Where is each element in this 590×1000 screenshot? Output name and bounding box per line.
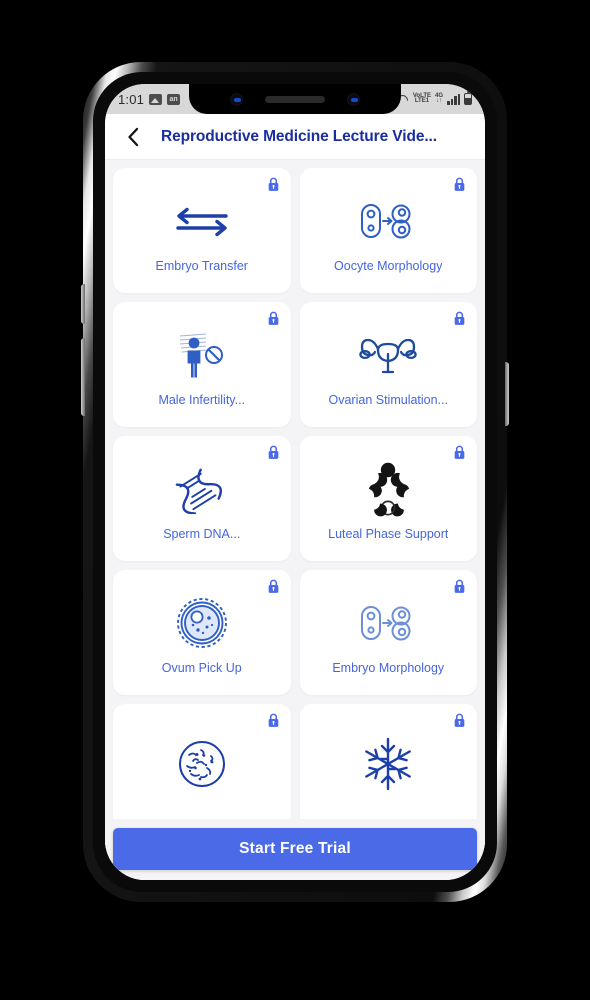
lecture-card-sperm-dna[interactable]: Sperm DNA... [113,436,291,561]
lecture-grid-scroll[interactable]: Embryo Transfer Oocyte Morphology Male I… [105,160,485,880]
chevron-left-icon [128,127,139,146]
lecture-card-embryo-transfer[interactable]: Embryo Transfer [113,168,291,293]
lecture-card-label: Male Infertility... [158,393,246,407]
page-title: Reproductive Medicine Lecture Vide... [161,127,437,145]
uterus-icon [300,324,478,386]
lecture-card-label: Embryo Morphology [332,661,445,675]
moon-phases-icon [300,458,478,520]
phone-notch [189,84,401,114]
earpiece-speaker [265,95,325,103]
cell-division-icon [300,190,478,252]
petri-dish-icon [113,733,291,795]
phone-frame: 1:01 an VoLTE LTE1 4G ↓↑ Reproductive Me… [81,62,509,902]
status-bar-left: 1:01 an [118,91,181,107]
lecture-card-label: Oocyte Morphology [334,259,443,273]
lecture-card-oocyte-morphology[interactable]: Oocyte Morphology [299,168,478,293]
lock-icon [268,579,278,593]
status-time: 1:01 [118,91,145,107]
back-button[interactable] [117,121,149,153]
lecture-card-semen-analysis[interactable] [113,704,291,829]
lock-icon [454,177,465,191]
volume-up-button[interactable] [81,284,85,324]
start-free-trial-button[interactable]: Start Free Trial [113,828,477,870]
lecture-card-label: Ovum Pick Up [161,661,242,675]
lock-icon [268,311,278,325]
lock-icon [454,311,465,325]
volte-indicator: VoLTE LTE1 [413,93,431,105]
lecture-card-male-infertility[interactable]: Male Infertility... [113,302,291,427]
male-infertility-icon [113,324,291,386]
dna-helix-icon [113,458,291,520]
lecture-card-embryo-morphology[interactable]: Embryo Morphology [299,570,478,695]
front-camera-secondary-icon [347,92,360,106]
lecture-card-ovarian-stimulation[interactable]: Ovarian Stimulation... [299,302,478,427]
gallery-icon: an [167,93,181,105]
front-camera-icon [230,92,243,106]
lecture-card-label: Sperm DNA... [163,527,241,541]
double-arrow-icon [113,190,291,252]
lecture-card-luteal-phase-support[interactable]: Luteal Phase Support [299,436,478,561]
volume-down-button[interactable] [81,338,85,416]
power-button[interactable] [505,362,509,426]
app-bar: Reproductive Medicine Lecture Vide... [105,114,485,160]
network-type-indicator: 4G ↓↑ [435,93,443,105]
lecture-card-label: Luteal Phase Support [328,527,449,541]
cta-container: Start Free Trial [105,819,485,880]
lecture-card-cryopreservation[interactable] [299,704,478,829]
signal-bars-icon [447,93,460,105]
lock-icon [454,713,465,727]
lecture-grid: Embryo Transfer Oocyte Morphology Male I… [113,168,477,829]
screenshot-root: 1:01 an VoLTE LTE1 4G ↓↑ Reproductive Me… [0,0,590,1000]
volte-sub-label: LTE1 [414,98,430,104]
lock-icon [454,445,465,459]
photo-icon [149,93,163,105]
lock-icon [454,579,465,593]
network-data-arrows: ↓↑ [435,98,442,104]
phone-screen: 1:01 an VoLTE LTE1 4G ↓↑ Reproductive Me… [105,84,485,880]
oocyte-cell-icon [113,592,291,654]
battery-icon [464,91,472,105]
lecture-card-label: Embryo Transfer [155,259,248,273]
snowflake-icon [300,733,478,795]
lock-icon [268,177,278,191]
cell-division-icon [300,592,478,654]
lecture-card-label: Ovarian Stimulation... [328,393,449,407]
status-bar-right: VoLTE LTE1 4G ↓↑ [396,91,472,105]
lecture-card-ovum-pick-up[interactable]: Ovum Pick Up [113,570,291,695]
lock-icon [268,445,278,459]
lock-icon [268,713,278,727]
